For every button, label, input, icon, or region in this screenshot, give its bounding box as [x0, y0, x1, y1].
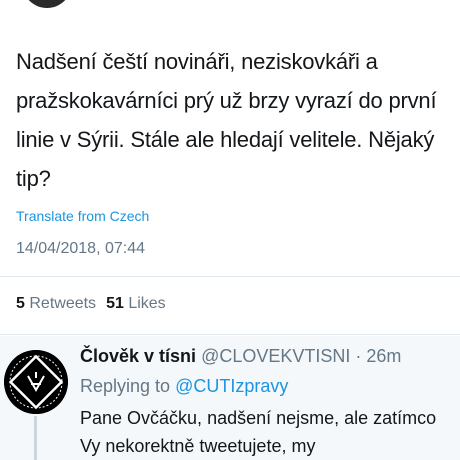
reply-avatar[interactable] — [4, 350, 68, 414]
author-avatar[interactable] — [22, 0, 72, 8]
likes-label: Likes — [128, 295, 166, 312]
thread-line — [34, 416, 37, 460]
translate-link[interactable]: Translate from Czech — [16, 208, 149, 224]
tweet-timestamp: 14/04/2018, 07:44 — [16, 240, 146, 257]
replying-to: Replying to @CUTIzpravy — [80, 376, 288, 397]
retweets-stat[interactable]: 5 Retweets — [16, 295, 96, 312]
retweets-label: Retweets — [29, 295, 97, 312]
reply-author-handle[interactable]: @CLOVEKVTISNI — [201, 346, 350, 366]
tweet-stats: 5 Retweets 51 Likes — [16, 295, 166, 313]
retweets-count: 5 — [16, 295, 25, 312]
likes-stat[interactable]: 51 Likes — [106, 295, 166, 312]
divider — [0, 276, 460, 277]
reply-time: · 26m — [355, 346, 402, 366]
reply-text: Pane Ovčáčku, nadšení nejsme, ale zatímc… — [80, 408, 437, 456]
replying-to-label: Replying to — [80, 376, 171, 396]
replying-to-handle[interactable]: @CUTIzpravy — [175, 376, 288, 396]
reply-author-name[interactable]: Člověk v tísni — [80, 346, 196, 366]
reply-header: Člověk v tísni @CLOVEKVTISNI · 26m — [80, 346, 401, 367]
likes-count: 51 — [106, 295, 124, 312]
tweet-text: Nadšení čeští novináři, neziskovkáři a p… — [16, 49, 437, 191]
divider — [0, 334, 460, 335]
